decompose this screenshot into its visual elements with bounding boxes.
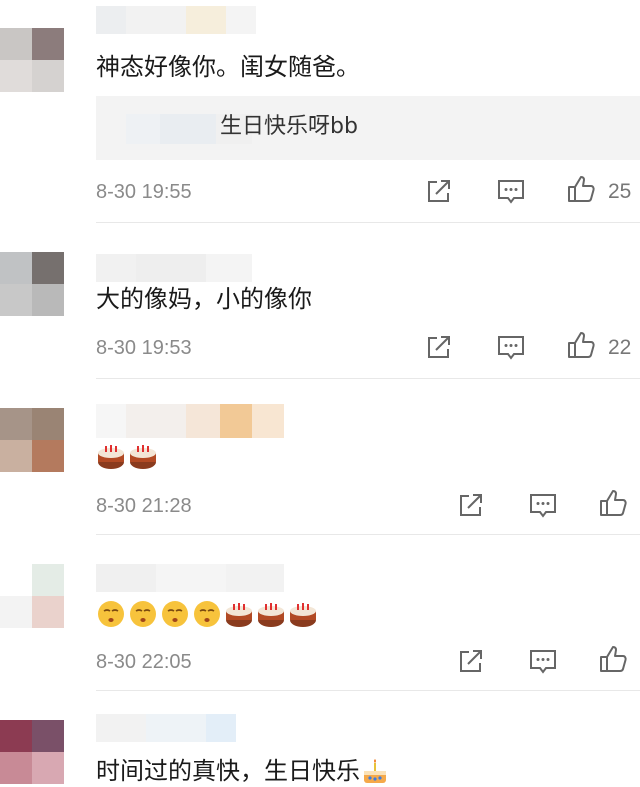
like-count: 22 [608, 336, 632, 359]
comment-item: 神态好像你。闺女随爸。 生日快乐呀bb 8-30 19:55 25 [0, 0, 640, 224]
share-icon[interactable] [456, 646, 486, 676]
comment-text-content: 时间过的真快，生日快乐 [96, 757, 360, 785]
cake-emoji [258, 603, 284, 627]
username[interactable] [96, 404, 284, 438]
birthday-cake-emoji [364, 759, 386, 783]
cake-emoji [290, 603, 316, 627]
thumbs-up-icon[interactable] [566, 330, 596, 360]
blowing-kiss-face-emoji [98, 601, 124, 627]
divider [96, 534, 640, 535]
cake-emoji [98, 445, 124, 469]
share-icon[interactable] [456, 490, 486, 520]
username[interactable] [96, 6, 256, 34]
share-icon[interactable] [424, 176, 454, 206]
cake-emoji [130, 445, 156, 469]
username[interactable] [96, 564, 284, 592]
comment-time: 8-30 19:53 [96, 337, 192, 359]
reply-text: 生日快乐呀bb [220, 114, 358, 139]
comment-emojis [96, 598, 320, 629]
comment-emojis [96, 440, 160, 471]
avatar[interactable] [0, 28, 64, 92]
comment-icon[interactable] [496, 332, 526, 362]
reply-preview[interactable]: 生日快乐呀bb [96, 96, 640, 160]
comment-text: 时间过的真快，生日快乐 [96, 756, 392, 787]
comment-text: 神态好像你。闺女随爸。 [96, 53, 360, 81]
like-count: 25 [608, 180, 632, 203]
share-icon[interactable] [424, 332, 454, 362]
comment-time: 8-30 21:28 [96, 495, 192, 517]
divider [96, 690, 640, 691]
comment-icon[interactable] [496, 176, 526, 206]
comment-item: 8-30 22:05 [0, 536, 640, 692]
blowing-kiss-face-emoji [130, 601, 156, 627]
blowing-kiss-face-emoji [162, 601, 188, 627]
comment-text: 大的像妈，小的像你 [96, 285, 312, 313]
comment-time: 8-30 19:55 [96, 181, 192, 203]
comment-time: 8-30 22:05 [96, 651, 192, 673]
comment-item: 8-30 21:28 [0, 380, 640, 536]
comment-item: 大的像妈，小的像你 8-30 19:53 22 [0, 224, 640, 380]
avatar[interactable] [0, 252, 64, 316]
username[interactable] [96, 714, 236, 742]
username[interactable] [96, 254, 252, 282]
avatar[interactable] [0, 564, 64, 628]
comment-icon[interactable] [528, 490, 558, 520]
divider [96, 378, 640, 379]
avatar[interactable] [0, 720, 64, 784]
thumbs-up-icon[interactable] [598, 488, 628, 518]
blowing-kiss-face-emoji [194, 601, 220, 627]
cake-emoji [226, 603, 252, 627]
comment-item: 时间过的真快，生日快乐 [0, 692, 640, 786]
avatar[interactable] [0, 408, 64, 472]
comment-icon[interactable] [528, 646, 558, 676]
thumbs-up-icon[interactable] [566, 174, 596, 204]
divider [96, 222, 640, 223]
thumbs-up-icon[interactable] [598, 644, 628, 674]
